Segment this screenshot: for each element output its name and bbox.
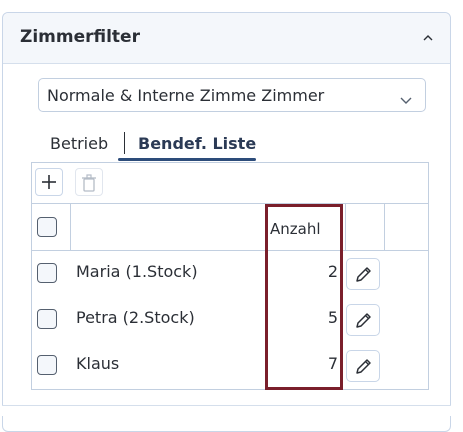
select-value: Normale & Interne Zimme Zimmer bbox=[47, 86, 325, 105]
chevron-down-icon bbox=[399, 90, 413, 104]
column-divider bbox=[70, 204, 71, 250]
pencil-icon bbox=[356, 267, 371, 282]
room-name: Petra (2.Stock) bbox=[76, 308, 195, 327]
edit-button[interactable] bbox=[346, 304, 380, 336]
row-checkbox[interactable] bbox=[37, 355, 57, 375]
pencil-icon bbox=[356, 313, 371, 328]
panel-bottom-edge bbox=[2, 405, 451, 416]
table-header-row: Anzahl bbox=[32, 204, 428, 251]
edit-button[interactable] bbox=[346, 258, 380, 290]
add-button[interactable] bbox=[35, 168, 63, 196]
tab-bendef-liste[interactable]: Bendef. Liste bbox=[138, 134, 256, 153]
delete-button[interactable] bbox=[75, 168, 103, 196]
panel-header[interactable]: Zimmerfilter bbox=[3, 13, 450, 64]
room-name: Maria (1.Stock) bbox=[76, 262, 198, 281]
edit-button[interactable] bbox=[346, 350, 380, 382]
column-divider bbox=[345, 204, 346, 250]
table-row[interactable]: Klaus 7 bbox=[32, 342, 428, 388]
row-checkbox[interactable] bbox=[37, 309, 57, 329]
room-name: Klaus bbox=[76, 354, 120, 373]
room-type-select[interactable]: Normale & Interne Zimme Zimmer bbox=[38, 78, 426, 112]
column-header-anzahl[interactable]: Anzahl bbox=[270, 220, 321, 238]
room-count: 7 bbox=[327, 354, 338, 373]
room-count: 5 bbox=[327, 308, 338, 327]
select-all-checkbox[interactable] bbox=[37, 217, 57, 237]
tab-separator bbox=[124, 132, 125, 154]
pencil-icon bbox=[356, 359, 371, 374]
chevron-up-icon[interactable] bbox=[420, 30, 436, 46]
row-checkbox[interactable] bbox=[37, 263, 57, 283]
room-count: 2 bbox=[327, 262, 338, 281]
panel-title: Zimmerfilter bbox=[20, 27, 140, 47]
tab-betrieb[interactable]: Betrieb bbox=[50, 134, 108, 153]
tab-bar: Betrieb Bendef. Liste bbox=[40, 130, 280, 162]
table-row[interactable]: Maria (1.Stock) 2 bbox=[32, 250, 428, 296]
column-divider bbox=[384, 204, 385, 250]
grid-toolbar bbox=[32, 163, 428, 204]
table-row[interactable]: Petra (2.Stock) 5 bbox=[32, 296, 428, 342]
active-tab-indicator bbox=[118, 158, 256, 161]
room-list-grid: Anzahl Maria (1.Stock) 2 Petra (2.Stock)… bbox=[31, 162, 429, 390]
